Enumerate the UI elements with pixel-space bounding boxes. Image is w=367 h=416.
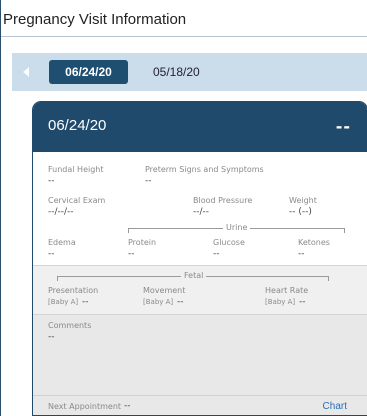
preterm-value: -- — [145, 176, 152, 186]
glucose-value: -- — [213, 249, 220, 259]
heart-rate-baby: [Baby A] — [265, 298, 296, 306]
weight-label: Weight — [289, 196, 317, 205]
preterm-label: Preterm Signs and Symptoms — [145, 165, 264, 174]
next-appointment-label: Next Appointment — [48, 402, 122, 411]
card-footer: Next Appointment -- Chart — [33, 395, 367, 415]
protein-value: -- — [128, 249, 135, 259]
scroll-left-icon[interactable] — [23, 67, 29, 77]
chart-link[interactable]: Chart — [323, 401, 347, 412]
visit-card: 06/24/20 -- Fundal Height -- Preterm Sig… — [32, 101, 367, 416]
pregnancy-visit-panel: Pregnancy Visit Information 06/24/20 05/… — [0, 0, 367, 416]
urine-tick-right — [344, 228, 345, 233]
next-appointment-value: -- — [124, 401, 131, 411]
fetal-section: Fetal Presentation [Baby A] -- Movement … — [33, 265, 367, 315]
presentation-baby: [Baby A] — [48, 298, 79, 306]
comments-value: -- — [48, 332, 55, 342]
visit-card-status: -- — [335, 117, 351, 136]
blood-pressure-label: Blood Pressure — [193, 196, 253, 205]
presentation-label: Presentation — [48, 286, 99, 295]
urine-tick-left — [128, 228, 129, 233]
fetal-tick-right — [328, 276, 329, 281]
presentation-value: -- — [82, 297, 89, 307]
ketones-value: -- — [298, 249, 305, 259]
panel-title: Pregnancy Visit Information — [3, 11, 187, 28]
heart-rate-value: -- — [299, 297, 306, 307]
visit-date-other[interactable]: 05/18/20 — [153, 65, 200, 79]
title-bar: Pregnancy Visit Information — [1, 0, 367, 37]
cervical-exam-value: --/--/-- — [48, 207, 74, 217]
comments-section: Comments -- — [33, 315, 367, 395]
ketones-label: Ketones — [298, 238, 330, 247]
fundal-height-label: Fundal Height — [48, 165, 104, 174]
visit-date-selected[interactable]: 06/24/20 — [49, 60, 128, 84]
protein-label: Protein — [128, 238, 157, 247]
glucose-label: Glucose — [213, 238, 245, 247]
edema-value: -- — [48, 249, 55, 259]
comments-label: Comments — [48, 321, 92, 330]
urine-group-label: Urine — [223, 223, 251, 232]
movement-value: -- — [177, 297, 184, 307]
weight-value: -- (--) — [289, 207, 312, 217]
edema-label: Edema — [48, 238, 76, 247]
fetal-tick-left — [57, 276, 58, 281]
fetal-group-label: Fetal — [181, 271, 207, 280]
movement-baby: [Baby A] — [143, 298, 174, 306]
cervical-exam-label: Cervical Exam — [48, 196, 106, 205]
visit-card-header: 06/24/20 -- — [33, 102, 367, 152]
movement-label: Movement — [143, 286, 186, 295]
visit-date-strip: 06/24/20 05/18/20 — [12, 53, 367, 91]
fundal-height-value: -- — [48, 176, 55, 186]
visit-card-date: 06/24/20 — [48, 117, 107, 134]
heart-rate-label: Heart Rate — [265, 286, 309, 295]
blood-pressure-value: --/-- — [193, 207, 210, 217]
